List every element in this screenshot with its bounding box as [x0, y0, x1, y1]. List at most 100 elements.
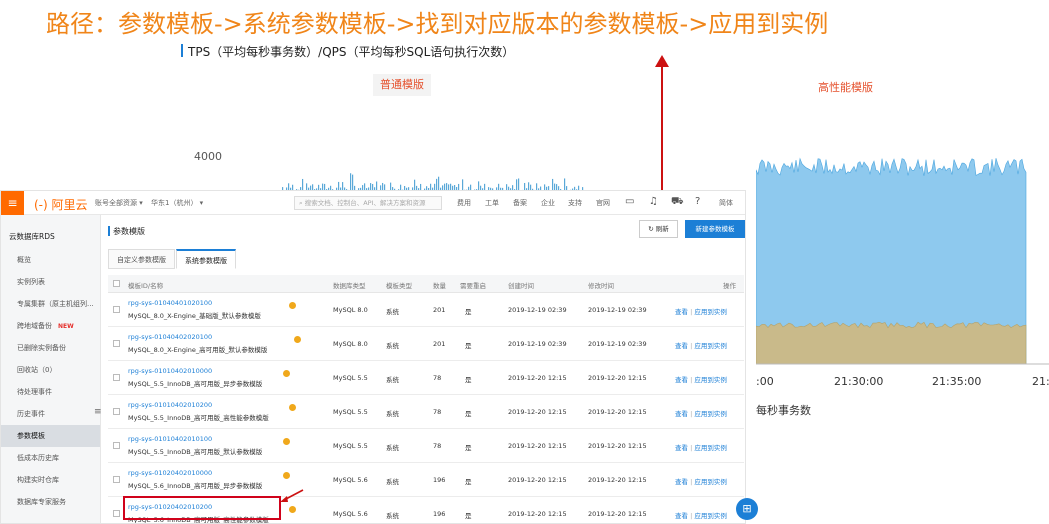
row-actions: 查看 | 应用到实例 — [675, 476, 727, 486]
global-search-input[interactable]: ⌕ 搜索文档、控制台、API、解决方案和资源 — [294, 196, 442, 210]
column-header: 模板类型 — [386, 282, 412, 290]
created-time-cell: 2019-12-20 12:15 — [508, 442, 567, 450]
sidebar-item-label: 待处理事件 — [17, 388, 52, 396]
restart-cell: 是 — [465, 376, 472, 384]
view-link[interactable]: 查看 — [675, 410, 688, 418]
row-checkbox[interactable] — [113, 476, 120, 483]
sidebar-item-instances[interactable]: 实例列表 — [1, 271, 100, 293]
info-icon[interactable] — [289, 404, 296, 411]
apply-to-instance-link[interactable]: 应用到实例 — [694, 444, 727, 452]
apply-to-instance-link[interactable]: 应用到实例 — [694, 342, 727, 350]
sidebar-item-low-cost-history[interactable]: 低成本历史库 — [1, 447, 100, 469]
row-actions: 查看 | 应用到实例 — [675, 442, 727, 452]
language-switch[interactable]: 简体 — [719, 198, 733, 208]
terminal-icon[interactable]: ▭ — [625, 196, 634, 207]
row-checkbox[interactable] — [113, 340, 120, 347]
new-template-button[interactable]: 新建参数模板 — [685, 220, 745, 238]
grid-icon[interactable]: ⊞ — [736, 498, 758, 520]
red-arrow-icon — [655, 55, 669, 205]
apply-to-instance-link[interactable]: 应用到实例 — [694, 410, 727, 418]
nav-link-billing[interactable]: 费用 — [457, 198, 471, 208]
info-icon[interactable] — [289, 506, 296, 513]
template-id-link[interactable]: rpg-sys-01010402010000 — [128, 367, 212, 375]
aliyun-rds-console: ≡ (-) 阿里云 账号全部资源 ▾ 华东1（杭州） ▾ ⌕ 搜索文档、控制台、… — [0, 190, 746, 524]
apply-to-instance-link[interactable]: 应用到实例 — [694, 478, 727, 486]
info-icon[interactable] — [283, 472, 290, 479]
nav-link-icp[interactable]: 备案 — [513, 198, 527, 208]
main-content: 参数模版 ↻ 刷新 新建参数模板 自定义参数模版 系统参数模版 模板ID/名称 … — [101, 215, 745, 523]
modified-time-cell: 2019-12-19 02:39 — [588, 340, 647, 348]
aliyun-logo[interactable]: (-) 阿里云 — [34, 196, 88, 213]
template-id-link[interactable]: rpg-sys-01020402010000 — [128, 469, 212, 477]
chart-caption: TPS（平均每秒事务数）/QPS（平均每秒SQL语句执行次数） — [180, 44, 515, 59]
sidebar-item-realtime-warehouse[interactable]: 构建实时仓库 — [1, 469, 100, 491]
refresh-button[interactable]: ↻ 刷新 — [639, 220, 678, 238]
row-checkbox[interactable] — [113, 510, 120, 517]
nav-link-support[interactable]: 支持 — [568, 198, 582, 208]
param-count-cell: 201 — [433, 340, 446, 348]
row-checkbox[interactable] — [113, 442, 120, 449]
sidebar-item-pending-events[interactable]: 待处理事件 — [1, 381, 100, 403]
region-selector[interactable]: 华东1（杭州） ▾ — [151, 198, 203, 208]
view-link[interactable]: 查看 — [675, 444, 688, 452]
tab-system-templates[interactable]: 系统参数模版 — [176, 249, 236, 269]
sidebar-item-expert-service[interactable]: 数据库专家服务 — [1, 491, 100, 513]
template-id-link[interactable]: rpg-sys-01010402010100 — [128, 435, 212, 443]
nav-link-ticket[interactable]: 工单 — [485, 198, 499, 208]
view-link[interactable]: 查看 — [675, 376, 688, 384]
apply-to-instance-link[interactable]: 应用到实例 — [694, 512, 727, 520]
restart-cell: 是 — [465, 478, 472, 486]
select-all-checkbox[interactable] — [113, 280, 120, 287]
refresh-label: 刷新 — [655, 225, 669, 233]
column-header: 数据库类型 — [333, 282, 366, 290]
table-header: 模板ID/名称 数据库类型 模板类型 数量 需要重启 创建时间 修改时间 操作 — [108, 275, 744, 293]
info-icon[interactable] — [283, 370, 290, 377]
high-performance-tps-chart — [756, 150, 1049, 365]
sidebar-item-dedicated-cluster[interactable]: 专属集群（原主机组列... — [1, 293, 100, 315]
restart-cell: 是 — [465, 512, 472, 520]
info-icon[interactable] — [289, 302, 296, 309]
sidebar-item-overview[interactable]: 概览 — [1, 249, 100, 271]
refresh-icon: ↻ — [648, 225, 656, 233]
sidebar-item-cross-region-backup[interactable]: 跨地域备份 NEW — [1, 315, 100, 337]
row-checkbox[interactable] — [113, 374, 120, 381]
modified-time-cell: 2019-12-20 12:15 — [588, 408, 647, 416]
account-resources-dropdown[interactable]: 账号全部资源 ▾ — [95, 198, 143, 208]
sidebar-item-label: 回收站（0） — [17, 366, 57, 374]
apply-to-instance-link[interactable]: 应用到实例 — [694, 308, 727, 316]
column-header: 操作 — [723, 282, 736, 290]
template-id-link[interactable]: rpg-sys-01040401020100 — [128, 299, 212, 307]
nav-link-enterprise[interactable]: 企业 — [541, 198, 555, 208]
view-link[interactable]: 查看 — [675, 512, 688, 520]
row-checkbox[interactable] — [113, 306, 120, 313]
info-icon[interactable] — [294, 336, 301, 343]
sidebar-item-label: 实例列表 — [17, 278, 45, 286]
template-id-link[interactable]: rpg-sys-01010402010200 — [128, 401, 212, 409]
action-separator: | — [690, 444, 693, 452]
nav-link-official-site[interactable]: 官网 — [596, 198, 610, 208]
bell-icon[interactable]: ♫ — [649, 196, 658, 207]
cart-icon[interactable]: ⛟ — [671, 196, 684, 209]
row-actions: 查看 | 应用到实例 — [675, 510, 727, 520]
info-icon[interactable] — [283, 438, 290, 445]
apply-to-instance-link[interactable]: 应用到实例 — [694, 376, 727, 384]
hamburger-icon[interactable]: ≡ — [1, 191, 24, 215]
view-link[interactable]: 查看 — [675, 308, 688, 316]
param-count-cell: 78 — [433, 442, 442, 450]
sidebar-item-parameter-templates[interactable]: 参数模板 — [1, 425, 100, 447]
sidebar-item-history-events[interactable]: 历史事件 — [1, 403, 100, 425]
template-id-link[interactable]: rpg-sys-01040402020100 — [128, 333, 212, 341]
tab-custom-templates[interactable]: 自定义参数模版 — [108, 249, 175, 269]
view-link[interactable]: 查看 — [675, 342, 688, 350]
template-type-cell: 系统 — [386, 478, 399, 486]
sidebar-item-deleted-backup[interactable]: 已删除实例备份 — [1, 337, 100, 359]
sidebar-item-recycle-bin[interactable]: 回收站（0） — [1, 359, 100, 381]
row-checkbox[interactable] — [113, 408, 120, 415]
help-icon[interactable]: ? — [695, 196, 700, 207]
restart-cell: 是 — [465, 410, 472, 418]
search-placeholder: 搜索文档、控制台、API、解决方案和资源 — [304, 199, 426, 207]
action-separator: | — [690, 512, 693, 520]
view-link[interactable]: 查看 — [675, 478, 688, 486]
page-title: 参数模版 — [108, 226, 145, 236]
param-count-cell: 196 — [433, 510, 446, 518]
